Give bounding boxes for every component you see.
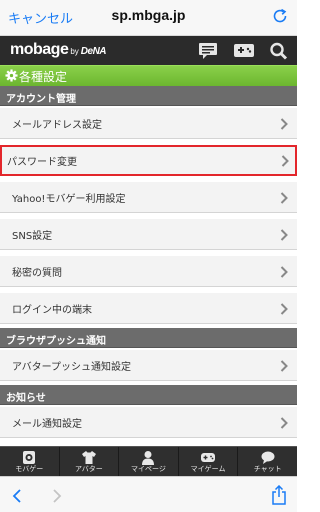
- chevron-right-icon: [280, 417, 288, 429]
- back-arrow-icon[interactable]: [12, 489, 22, 503]
- gear-icon: [5, 69, 18, 82]
- chat-bubble-icon: [261, 451, 275, 464]
- chevron-right-icon: [280, 192, 288, 204]
- tab-avatar[interactable]: アバター: [60, 447, 120, 476]
- list-item-password-change[interactable]: パスワード変更: [0, 145, 297, 176]
- settings-list: アカウント管理 メールアドレス設定 パスワード変更 Yahoo!モバゲー利用設定…: [0, 86, 297, 444]
- list-item-avatar-push[interactable]: アバタープッシュ通知設定: [0, 350, 297, 381]
- list-item-label: メール通知設定: [12, 419, 82, 430]
- message-icon[interactable]: [197, 41, 219, 61]
- section-header-account: アカウント管理: [0, 86, 297, 106]
- game-controller-icon[interactable]: [233, 41, 255, 61]
- chevron-right-icon: [280, 360, 288, 372]
- url-text[interactable]: sp.mbga.jp: [0, 7, 297, 23]
- list-item-label: メールアドレス設定: [12, 120, 102, 131]
- chevron-right-icon: [281, 155, 289, 167]
- tab-chat[interactable]: チャット: [238, 447, 297, 476]
- chevron-right-icon: [280, 229, 288, 241]
- mobage-tab-bar: モバゲー アバター マイページ マイゲーム チャット: [0, 446, 297, 476]
- tab-mypage[interactable]: マイページ: [119, 447, 179, 476]
- chevron-right-icon: [280, 303, 288, 315]
- list-item-label: アバタープッシュ通知設定: [12, 362, 131, 373]
- list-item-label: パスワード変更: [7, 157, 77, 168]
- list-item-yahoo-mobage[interactable]: Yahoo!モバゲー利用設定: [0, 182, 297, 213]
- list-item-mail-notification[interactable]: メール通知設定: [0, 407, 297, 438]
- section-header-browser-push: ブラウザプッシュ通知: [0, 328, 297, 348]
- list-item-label: SNS設定: [12, 231, 53, 242]
- browser-address-bar: キャンセル sp.mbga.jp: [0, 0, 297, 36]
- list-item-secret-question[interactable]: 秘密の質問: [0, 256, 297, 287]
- page-title: 各種設定: [19, 70, 68, 84]
- browser-toolbar: [0, 476, 297, 512]
- site-header: mobage by DeNA: [0, 36, 297, 65]
- list-item-sns-settings[interactable]: SNS設定: [0, 219, 297, 250]
- forward-arrow-icon[interactable]: [52, 489, 62, 503]
- list-item-label: Yahoo!モバゲー利用設定: [12, 194, 126, 205]
- list-item-label: ログイン中の端末: [12, 305, 92, 316]
- person-icon: [142, 451, 155, 465]
- list-item-email-settings[interactable]: メールアドレス設定: [0, 108, 297, 139]
- game-controller-icon: [201, 453, 216, 462]
- tab-mygame[interactable]: マイゲーム: [179, 447, 239, 476]
- page-title-bar: 各種設定: [0, 65, 297, 86]
- tab-mobage[interactable]: モバゲー: [0, 447, 60, 476]
- share-icon[interactable]: [271, 485, 287, 505]
- search-icon[interactable]: [268, 41, 290, 61]
- mobage-logo[interactable]: mobage by DeNA: [10, 41, 107, 59]
- chevron-right-icon: [280, 266, 288, 278]
- list-item-label: 秘密の質問: [12, 268, 62, 279]
- chevron-right-icon: [280, 118, 288, 130]
- tshirt-icon: [81, 451, 96, 464]
- reload-icon[interactable]: [271, 7, 289, 25]
- list-item-logged-in-devices[interactable]: ログイン中の端末: [0, 293, 297, 324]
- mobage-icon: [23, 451, 36, 464]
- section-header-notices: お知らせ: [0, 385, 297, 405]
